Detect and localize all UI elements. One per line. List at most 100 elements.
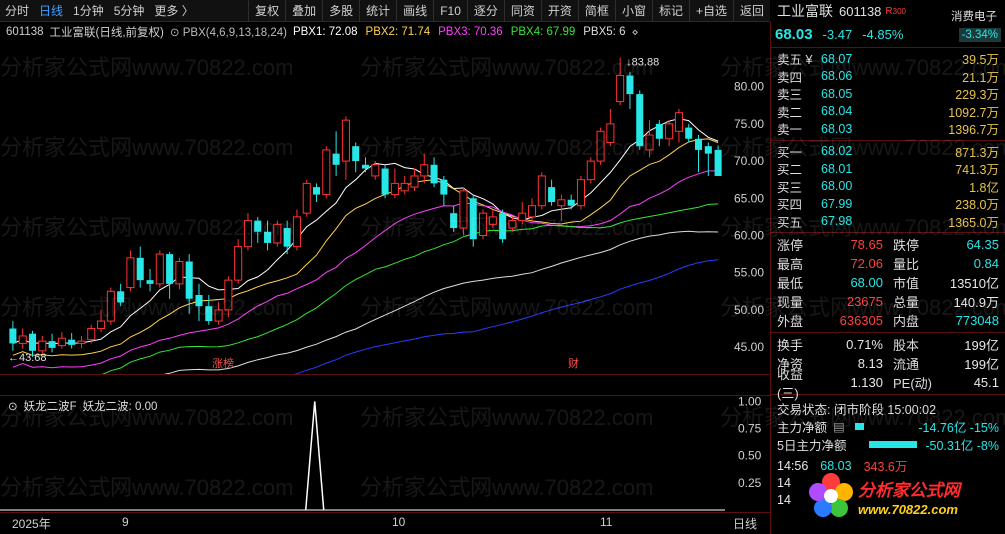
candle[interactable] xyxy=(655,120,663,147)
candle[interactable] xyxy=(636,90,644,150)
candle[interactable] xyxy=(136,246,144,288)
candle[interactable] xyxy=(499,209,507,243)
candle[interactable] xyxy=(117,283,125,307)
candle[interactable] xyxy=(626,71,634,109)
bid-row[interactable]: 买二 68.01 741.3万 xyxy=(771,160,1005,178)
candle[interactable] xyxy=(166,251,174,299)
candle[interactable] xyxy=(234,239,243,284)
candle[interactable] xyxy=(214,302,223,325)
candle[interactable] xyxy=(665,120,674,147)
candle[interactable] xyxy=(313,183,321,202)
candle[interactable] xyxy=(459,187,468,236)
toolbar-button[interactable]: 复权 xyxy=(248,0,285,22)
candle[interactable] xyxy=(361,157,370,173)
toolbar-button[interactable]: 多股 xyxy=(322,0,359,22)
candle[interactable] xyxy=(381,164,389,199)
candle[interactable] xyxy=(606,108,615,147)
candle[interactable] xyxy=(479,209,488,240)
candle[interactable] xyxy=(302,179,311,217)
candle[interactable] xyxy=(557,194,566,221)
candle[interactable] xyxy=(430,157,438,188)
candle[interactable] xyxy=(714,145,722,176)
ask-row[interactable]: 卖一 68.03 1396.7万 xyxy=(771,120,1005,138)
toolbar-button[interactable]: 统计 xyxy=(359,0,396,22)
candle[interactable] xyxy=(146,268,154,292)
candle[interactable] xyxy=(488,209,497,229)
candle[interactable] xyxy=(273,220,282,247)
candle[interactable] xyxy=(68,332,76,349)
candle[interactable] xyxy=(126,250,135,292)
toolbar-button[interactable]: 画线 xyxy=(396,0,433,22)
toolbar-button[interactable]: 逐分 xyxy=(466,0,504,22)
candle[interactable] xyxy=(97,309,106,333)
candle[interactable] xyxy=(341,116,350,180)
candle[interactable] xyxy=(508,216,517,232)
candle[interactable] xyxy=(48,333,56,353)
candle[interactable] xyxy=(175,257,184,290)
candle[interactable] xyxy=(155,250,164,288)
ask-row[interactable]: 卖二 68.04 1092.7万 xyxy=(771,103,1005,121)
candle[interactable] xyxy=(694,135,703,173)
candle[interactable] xyxy=(567,194,575,210)
ask-row[interactable]: 卖四 68.06 21.1万 xyxy=(771,68,1005,86)
bid-row[interactable]: 买一 68.02 871.3万 xyxy=(771,143,1005,161)
candle[interactable] xyxy=(224,276,233,318)
candle[interactable] xyxy=(616,57,625,106)
legend-toggle-icon[interactable]: ⋄ xyxy=(631,25,638,39)
ask-row[interactable]: 卖三 68.05 229.3万 xyxy=(771,85,1005,103)
candle[interactable] xyxy=(292,209,301,251)
toolbar-button[interactable]: 叠加 xyxy=(285,0,322,22)
candle[interactable] xyxy=(38,335,47,354)
candle[interactable] xyxy=(450,205,458,232)
candle[interactable] xyxy=(18,328,27,349)
candle[interactable] xyxy=(440,175,448,206)
candle[interactable] xyxy=(264,220,272,251)
bid-row[interactable]: 买三 68.00 1.8亿 xyxy=(771,178,1005,196)
candle[interactable] xyxy=(420,153,429,184)
bid-row[interactable]: 买四 67.99 238.0万 xyxy=(771,195,1005,213)
candle[interactable] xyxy=(283,220,291,255)
candle[interactable] xyxy=(9,321,17,351)
toolbar-button[interactable]: +自选 xyxy=(688,0,733,22)
bid-row[interactable]: 买五 67.98 1365.0万 xyxy=(771,213,1005,231)
candle[interactable] xyxy=(596,127,605,165)
candle[interactable] xyxy=(537,172,546,210)
legend-indicator-dropdown[interactable]: ⊙ PBX(4,6,9,13,18,24) xyxy=(170,25,287,39)
candle[interactable] xyxy=(586,157,595,184)
info-icon[interactable]: ▤ xyxy=(833,419,845,434)
candle[interactable] xyxy=(332,131,340,176)
toolbar-button[interactable]: 返回 xyxy=(732,0,770,22)
candle[interactable] xyxy=(106,287,115,325)
candle[interactable] xyxy=(205,295,213,325)
sector-name[interactable]: 消费电子 xyxy=(951,8,997,24)
candle[interactable] xyxy=(195,283,203,322)
period-tab[interactable]: 1分钟 xyxy=(68,0,109,22)
candle[interactable] xyxy=(645,120,654,158)
period-tab[interactable]: 日线 xyxy=(34,0,68,22)
candle[interactable] xyxy=(518,202,527,225)
ask-row[interactable]: 卖五 ¥ 68.07 39.5万 xyxy=(771,50,1005,68)
candle[interactable] xyxy=(469,194,477,247)
toolbar-button[interactable]: 同资 xyxy=(503,0,541,22)
toolbar-button[interactable]: 标记 xyxy=(651,0,689,22)
candle[interactable] xyxy=(410,168,419,191)
kline-chart[interactable]: 80.0075.0070.0065.0060.0055.0050.0045.00… xyxy=(0,22,770,374)
period-mode-label[interactable]: 日线 xyxy=(733,515,757,532)
candle[interactable] xyxy=(254,216,262,243)
candle[interactable] xyxy=(243,213,252,251)
candle[interactable] xyxy=(57,332,66,349)
toolbar-button[interactable]: 开资 xyxy=(540,0,578,22)
toolbar-button[interactable]: 简框 xyxy=(577,0,615,22)
toolbar-button[interactable]: 小窗 xyxy=(614,0,652,22)
candle[interactable] xyxy=(548,179,556,206)
period-tab[interactable]: 5分钟 xyxy=(109,0,150,22)
sub-indicator-chart[interactable]: 1.00 0.75 0.50 0.25 xyxy=(0,396,770,512)
period-tab[interactable]: 更多 〉 xyxy=(149,0,198,22)
candle[interactable] xyxy=(322,146,331,199)
candle[interactable] xyxy=(77,335,86,348)
candle[interactable] xyxy=(390,168,399,199)
candle[interactable] xyxy=(352,142,360,173)
candle[interactable] xyxy=(685,123,693,143)
candle[interactable] xyxy=(576,175,586,210)
candle[interactable] xyxy=(674,108,683,143)
